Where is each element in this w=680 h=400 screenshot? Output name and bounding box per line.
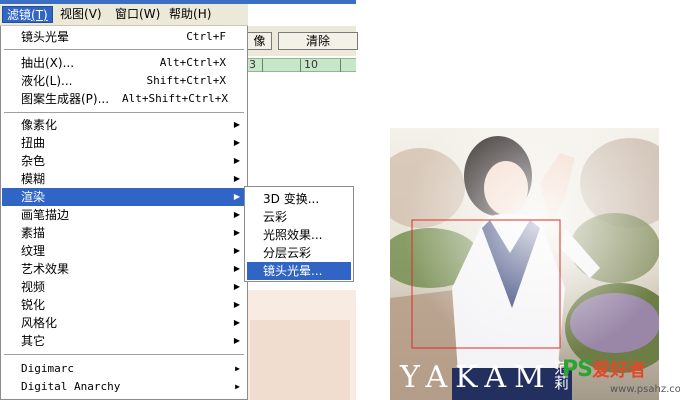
menu-item-label: 素描 [21, 226, 46, 240]
menu-separator [4, 354, 244, 355]
menu-item-shortcut: Ctrl+F [186, 30, 226, 43]
menu-item-label: 艺术效果 [21, 262, 70, 276]
menu-help-accel: (H) [193, 7, 212, 21]
menu-item-sketch[interactable]: 素描 ▶ [2, 224, 246, 242]
menu-view-accel: (V) [84, 7, 102, 21]
menu-filter-accel: (T) [31, 8, 48, 22]
menu-item-other[interactable]: 其它 ▶ [2, 332, 246, 350]
menu-filter-label: 滤镜 [7, 8, 32, 22]
menu-item-label: 抽出(X)... [21, 56, 75, 70]
submenu-item-clouds[interactable]: 云彩 [247, 208, 351, 226]
menu-item-label: 扭曲 [21, 136, 46, 150]
menu-item-label: 杂色 [21, 154, 46, 168]
watermark-ps: PS [562, 357, 593, 382]
partial-button[interactable]: 像 [248, 32, 272, 50]
menu-separator [4, 49, 244, 50]
ruler-tick [300, 59, 301, 72]
submenu-arrow-icon: ▶ [233, 192, 240, 201]
menu-item-digimarc[interactable]: Digimarc ▶ [2, 360, 246, 378]
render-submenu: 3D 变换... 云彩 光照效果... 分层云彩 镜头光晕... [244, 186, 354, 282]
submenu-arrow-icon: ▶ [233, 210, 240, 219]
menu-item-pattern-maker[interactable]: 图案生成器(P)... Alt+Shift+Ctrl+X [2, 90, 246, 108]
submenu-arrow-icon: ▶ [233, 138, 240, 147]
menu-item-label: 视频 [21, 280, 46, 294]
submenu-item-difference-clouds[interactable]: 分层云彩 [247, 244, 351, 262]
ruler-tick [340, 59, 341, 72]
ruler-label: 10 [304, 58, 318, 71]
menu-window[interactable]: 窗口(W) [111, 6, 164, 23]
menu-item-sharpen[interactable]: 锐化 ▶ [2, 296, 246, 314]
submenu-arrow-icon: ▶ [233, 228, 240, 237]
submenu-arrow-icon: ▶ [233, 120, 240, 129]
submenu-item-3d-transform[interactable]: 3D 变换... [247, 190, 351, 208]
ruler-label: 3 [249, 58, 256, 71]
menu-item-shortcut: Alt+Ctrl+X [159, 56, 226, 69]
title-bar-strip [0, 0, 248, 4]
menu-item-shortcut: Shift+Ctrl+X [146, 74, 226, 87]
submenu-arrow-icon: ▶ [235, 364, 240, 373]
menu-item-extract[interactable]: 抽出(X)... Alt+Ctrl+X [2, 54, 246, 72]
menu-item-label: 风格化 [21, 316, 58, 330]
watermark-logo: PS爱好者 [562, 356, 646, 382]
menu-separator [4, 112, 244, 113]
menu-item-label: Digital Anarchy [21, 380, 121, 393]
menu-item-label: 纹理 [21, 244, 46, 258]
menu-item-label: 图案生成器(P)... [21, 92, 110, 106]
menu-item-label: 液化(L)... [21, 74, 73, 88]
menu-window-label: 窗口 [115, 7, 140, 21]
menubar: 滤镜(T) 视图(V) 窗口(W) 帮助(H) [0, 0, 248, 26]
menu-item-stylize[interactable]: 风格化 ▶ [2, 314, 246, 332]
menu-item-label: 锐化 [21, 298, 46, 312]
menu-item-label: 镜头光晕 [21, 30, 70, 44]
menu-view-label: 视图 [60, 7, 85, 21]
menu-item-texture[interactable]: 纹理 ▶ [2, 242, 246, 260]
menu-item-label: 像素化 [21, 118, 58, 132]
submenu-item-lighting-effects[interactable]: 光照效果... [247, 226, 351, 244]
menu-item-noise[interactable]: 杂色 ▶ [2, 152, 246, 170]
menu-item-label: 画笔描边 [21, 208, 70, 222]
submenu-arrow-icon: ▶ [233, 282, 240, 291]
clear-button[interactable]: 清除 [278, 32, 358, 50]
menu-item-distort[interactable]: 扭曲 ▶ [2, 134, 246, 152]
submenu-arrow-icon: ▶ [233, 174, 240, 183]
menu-item-last-filter[interactable]: 镜头光晕 Ctrl+F [2, 28, 246, 46]
menu-item-pixelate[interactable]: 像素化 ▶ [2, 116, 246, 134]
menu-item-brush-strokes[interactable]: 画笔描边 ▶ [2, 206, 246, 224]
menu-item-artistic[interactable]: 艺术效果 ▶ [2, 260, 246, 278]
menu-item-digital-anarchy[interactable]: Digital Anarchy ▶ [2, 378, 246, 396]
menu-item-video[interactable]: 视频 ▶ [2, 278, 246, 296]
menu-help-label: 帮助 [169, 7, 194, 21]
menu-item-label: Digimarc [21, 362, 74, 375]
photo-peek [250, 320, 350, 400]
submenu-arrow-icon: ▶ [235, 382, 240, 391]
submenu-arrow-icon: ▶ [233, 264, 240, 273]
menu-item-blur[interactable]: 模糊 ▶ [2, 170, 246, 188]
menu-item-shortcut: Alt+Shift+Ctrl+X [122, 92, 228, 105]
menu-window-accel: (W) [139, 7, 161, 21]
watermark-url: www.psahz.com [610, 384, 680, 395]
submenu-arrow-icon: ▶ [233, 246, 240, 255]
submenu-arrow-icon: ▶ [233, 318, 240, 327]
ruler [248, 58, 356, 72]
menu-item-render[interactable]: 渲染 ▶ [2, 188, 246, 206]
submenu-arrow-icon: ▶ [233, 156, 240, 165]
menu-item-label: 其它 [21, 334, 46, 348]
watermark-cn: 爱好者 [591, 360, 646, 381]
submenu-arrow-icon: ▶ [233, 300, 240, 309]
submenu-arrow-icon: ▶ [233, 336, 240, 345]
menu-view[interactable]: 视图(V) [56, 6, 106, 23]
menu-item-label: 渲染 [21, 190, 46, 204]
menu-item-liquify[interactable]: 液化(L)... Shift+Ctrl+X [2, 72, 246, 90]
submenu-item-lens-flare[interactable]: 镜头光晕... [247, 262, 351, 280]
menu-help[interactable]: 帮助(H) [165, 6, 215, 23]
filter-menu: 镜头光晕 Ctrl+F 抽出(X)... Alt+Ctrl+X 液化(L)...… [0, 26, 248, 400]
dialog-title-strip [248, 0, 356, 4]
photo-caption: YAKAM [400, 360, 553, 395]
menu-item-label: 模糊 [21, 172, 46, 186]
ruler-tick [262, 59, 263, 72]
menu-filter[interactable]: 滤镜(T) [2, 6, 53, 23]
